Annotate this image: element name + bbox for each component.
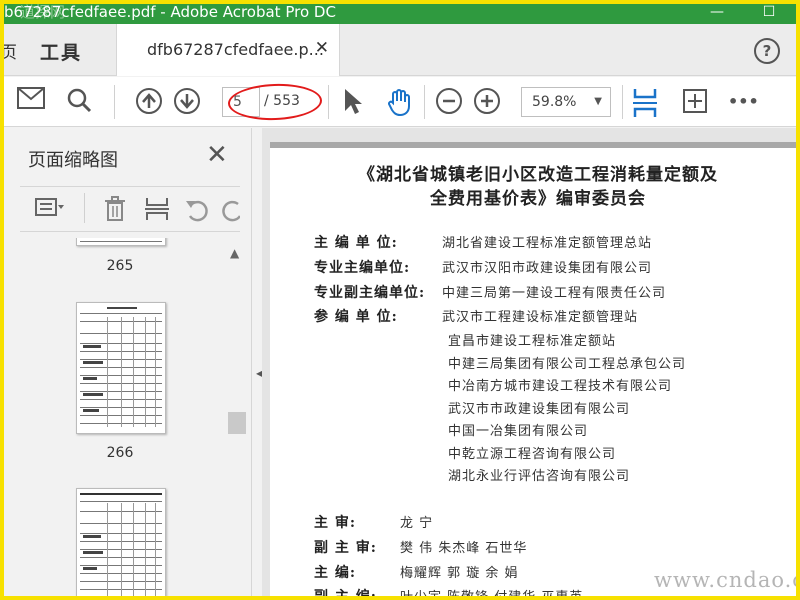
document-title-line2: 全费用基价表》编审委员会 xyxy=(430,189,646,209)
toolbar-separator xyxy=(424,85,425,119)
row-value: 中建三局第一建设工程有限责任公司 xyxy=(442,286,667,301)
tab-document[interactable]: dfb67287cfedfaee.p... ✕ xyxy=(116,24,340,76)
panel-separator xyxy=(84,193,85,223)
row-key: 专业主编单位: xyxy=(314,260,411,276)
email-icon[interactable] xyxy=(16,87,46,117)
toolbar-separator xyxy=(328,85,329,119)
search-icon[interactable] xyxy=(64,87,94,117)
thumbnail-panel: 页面缩略图 ✕ 265 266 ▲ xyxy=(0,128,252,600)
minimize-button[interactable]: — xyxy=(700,0,734,24)
review-row: 副 主 审: 樊 伟 朱杰峰 石世华 xyxy=(314,537,526,557)
row-value: 湖北省建设工程标准定额管理总站 xyxy=(442,236,653,251)
next-page-icon[interactable] xyxy=(172,87,202,117)
committee-row: 专业副主编单位: 中建三局第一建设工程有限责任公司 xyxy=(314,282,666,302)
row-key: 专业副主编单位: xyxy=(314,285,426,301)
title-bar: b67287cfedfaee.pdf - Adobe Acrobat Pro D… xyxy=(0,0,800,24)
toolbar: 5 / 553 59.8% ▼ ••• xyxy=(0,77,800,127)
more-icon[interactable]: ••• xyxy=(728,87,759,117)
hand-tool-icon[interactable] xyxy=(384,87,414,117)
participant-unit: 中冶南方城市建设工程技术有限公司 xyxy=(448,379,673,394)
panel-title: 页面缩略图 xyxy=(28,150,118,171)
document-tab-label: dfb67287cfedfaee.p... xyxy=(147,40,324,59)
scroll-up-icon[interactable]: ▲ xyxy=(230,246,239,260)
restore-button[interactable]: ☐ xyxy=(752,0,786,24)
document-title-line1: 《湖北省城镇老旧小区改造工程消耗量定额及 xyxy=(358,165,718,185)
pdf-page: 《湖北省城镇老旧小区改造工程消耗量定额及 全费用基价表》编审委员会 主 编 单 … xyxy=(270,142,800,600)
tab-bar: 页 工具 dfb67287cfedfaee.p... ✕ ? xyxy=(0,24,800,76)
zoom-in-icon[interactable] xyxy=(472,87,502,117)
review-row: 副 主 编: 叶少宇 陈敬锋 付建华 巫惠英 xyxy=(314,586,582,600)
help-icon[interactable]: ? xyxy=(754,38,780,64)
committee-row: 专业主编单位: 武汉市汉阳市政建设集团有限公司 xyxy=(314,257,652,277)
participant-unit: 中乾立源工程咨询有限公司 xyxy=(448,447,617,462)
review-row: 主 编: 梅耀辉 郭 璇 余 娟 xyxy=(314,562,518,582)
rotate-view-icon[interactable] xyxy=(680,87,710,117)
site-watermark: 道探网 xyxy=(20,3,66,21)
review-row: 主 审: 龙 宁 xyxy=(314,512,442,532)
site-watermark-url: www.cndao.com xyxy=(654,568,800,592)
zoom-level-select[interactable]: 59.8% ▼ xyxy=(521,87,611,117)
document-viewer[interactable]: 《湖北省城镇老旧小区改造工程消耗量定额及 全费用基价表》编审委员会 主 编 单 … xyxy=(262,128,800,600)
toolbar-separator xyxy=(114,85,115,119)
row-value: 梅耀辉 郭 璇 余 娟 xyxy=(400,566,519,581)
participant-unit: 湖北永业行评估咨询有限公司 xyxy=(448,469,631,484)
zoom-level-value: 59.8% xyxy=(532,94,577,110)
participant-unit: 宜昌市建设工程标准定额站 xyxy=(448,334,617,349)
undo-icon[interactable] xyxy=(182,196,212,224)
options-menu-icon[interactable] xyxy=(32,196,68,224)
prev-page-icon[interactable] xyxy=(134,87,164,117)
insert-page-icon[interactable] xyxy=(142,196,172,224)
row-value: 武汉市工程建设标准定额管理站 xyxy=(442,310,639,325)
delete-icon[interactable] xyxy=(100,196,130,224)
committee-row: 参 编 单 位: 武汉市工程建设标准定额管理站 xyxy=(314,306,638,326)
chevron-down-icon: ▼ xyxy=(594,96,602,107)
page-thumbnail[interactable] xyxy=(76,238,166,246)
fit-page-icon[interactable] xyxy=(630,87,660,117)
tab-tools[interactable]: 工具 xyxy=(40,38,82,65)
close-tab-icon[interactable]: ✕ xyxy=(315,38,329,58)
thumbnail-page-number: 266 xyxy=(106,445,134,461)
scrollbar-thumb[interactable] xyxy=(228,412,246,434)
row-value: 武汉市汉阳市政建设集团有限公司 xyxy=(442,261,653,276)
select-cursor-icon[interactable] xyxy=(338,87,368,117)
participant-unit: 武汉市市政建设集团有限公司 xyxy=(448,402,631,417)
row-value: 龙 宁 xyxy=(400,516,434,531)
row-key: 参 编 单 位: xyxy=(314,309,398,325)
zoom-out-icon[interactable] xyxy=(434,87,464,117)
thumbnail-page-number: 265 xyxy=(106,258,134,274)
close-panel-icon[interactable]: ✕ xyxy=(206,140,228,170)
committee-row: 主 编 单 位: 湖北省建设工程标准定额管理总站 xyxy=(314,232,652,252)
toolbar-separator xyxy=(622,85,623,119)
page-thumbnail[interactable] xyxy=(76,302,166,434)
row-value: 叶少宇 陈敬锋 付建华 巫惠英 xyxy=(400,590,584,600)
page-thumbnail[interactable] xyxy=(76,488,166,600)
thumbnail-list: 265 266 xyxy=(20,238,246,600)
tab-home[interactable]: 页 xyxy=(0,38,17,63)
redo-icon[interactable] xyxy=(220,196,240,224)
participant-unit: 中建三局集团有限公司工程总承包公司 xyxy=(448,357,687,372)
participant-unit: 中国一冶集团有限公司 xyxy=(448,424,589,439)
row-key: 主 编 单 位: xyxy=(314,235,398,251)
row-value: 樊 伟 朱杰峰 石世华 xyxy=(400,541,528,556)
panel-toolbar xyxy=(20,186,240,232)
